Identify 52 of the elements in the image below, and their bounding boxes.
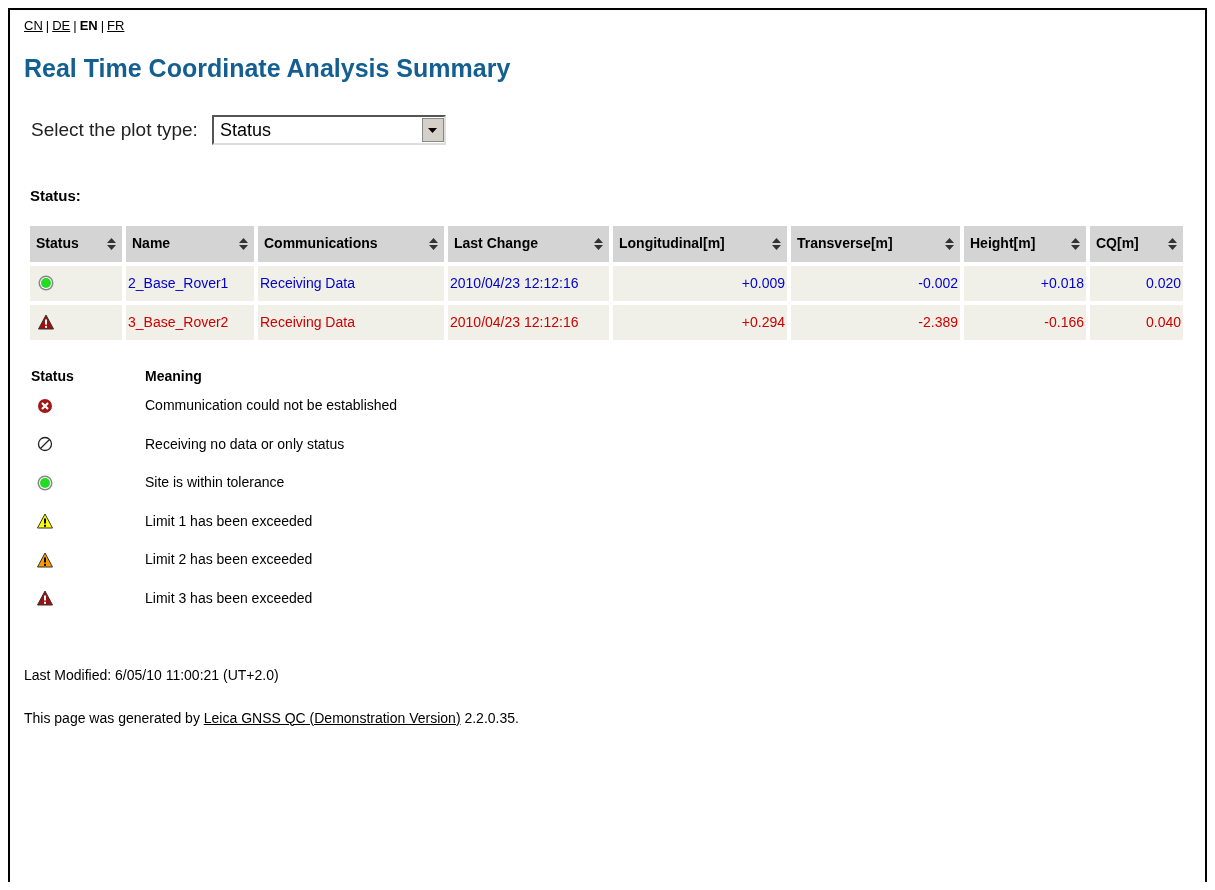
generated-by-note: This page was generated by Leica GNSS QC (Demonstration Version) 2.2.0.35.	[24, 708, 520, 728]
select-label: Select the plot type:	[31, 117, 198, 142]
column-header[interactable]: Name	[126, 225, 254, 262]
sort-icon	[945, 237, 954, 250]
legend-meaning: Communication could not be established	[145, 396, 398, 416]
table-cell: 3_Base_Rover2	[126, 304, 254, 340]
sort-icon	[239, 237, 248, 250]
column-header[interactable]: Communications	[258, 225, 444, 262]
table-cell: +0.294	[613, 304, 787, 340]
sort-icon	[1168, 237, 1177, 250]
separator: |	[73, 17, 77, 35]
sort-icon	[107, 237, 116, 250]
table-cell: 2010/04/23 12:12:16	[448, 304, 609, 340]
table-cell: 2_Base_Rover1	[126, 265, 254, 301]
sort-icon	[594, 237, 603, 250]
table-cell: -0.002	[791, 265, 960, 301]
page-title: Real Time Coordinate Analysis Summary	[24, 52, 512, 84]
legend-meaning: Limit 2 has been exceeded	[145, 550, 313, 570]
table-cell: +0.018	[964, 265, 1086, 301]
column-header[interactable]: Height[m]	[964, 225, 1086, 262]
separator: |	[100, 17, 105, 35]
plot-type-select[interactable]: Status	[211, 115, 446, 145]
sort-icon	[429, 237, 438, 250]
last-modified: Last Modified: 6/05/10 11:00:21 (UT+2.0)	[24, 665, 280, 685]
language-link[interactable]: FR	[107, 16, 125, 36]
table-cell: 2010/04/23 12:12:16	[448, 265, 609, 301]
table-cell: -2.389	[791, 304, 960, 340]
sort-icon	[772, 237, 781, 250]
table-cell: 0.020	[1090, 265, 1183, 301]
language-link[interactable]: CN	[24, 16, 43, 36]
section-heading: Status:	[30, 186, 82, 206]
table-cell: Receiving Data	[258, 304, 444, 340]
column-header[interactable]: Status	[30, 225, 122, 262]
legend-meaning: Site is within tolerance	[145, 473, 285, 493]
table-cell: -0.166	[964, 304, 1086, 340]
legend-header: Meaning	[145, 366, 202, 386]
column-header[interactable]: Last Change	[448, 225, 609, 262]
legend-meaning: Limit 3 has been exceeded	[145, 588, 313, 608]
language-link[interactable]: EN	[79, 16, 98, 36]
table-cell: 0.040	[1090, 304, 1183, 340]
language-link[interactable]: DE	[52, 16, 71, 36]
product-link[interactable]: Leica GNSS QC (Demonstration Version)	[203, 709, 461, 726]
legend-meaning: Limit 1 has been exceeded	[145, 511, 313, 531]
column-header[interactable]: CQ[m]	[1090, 225, 1183, 262]
legend-header: Status	[31, 366, 75, 386]
sort-icon	[1071, 237, 1080, 250]
table-cell: +0.009	[613, 265, 787, 301]
column-header[interactable]: Longitudinal[m]	[613, 225, 787, 262]
table-cell: Receiving Data	[258, 265, 444, 301]
column-header[interactable]: Transverse[m]	[791, 225, 960, 262]
legend-meaning: Receiving no data or only status	[145, 434, 345, 454]
separator: |	[45, 17, 50, 35]
